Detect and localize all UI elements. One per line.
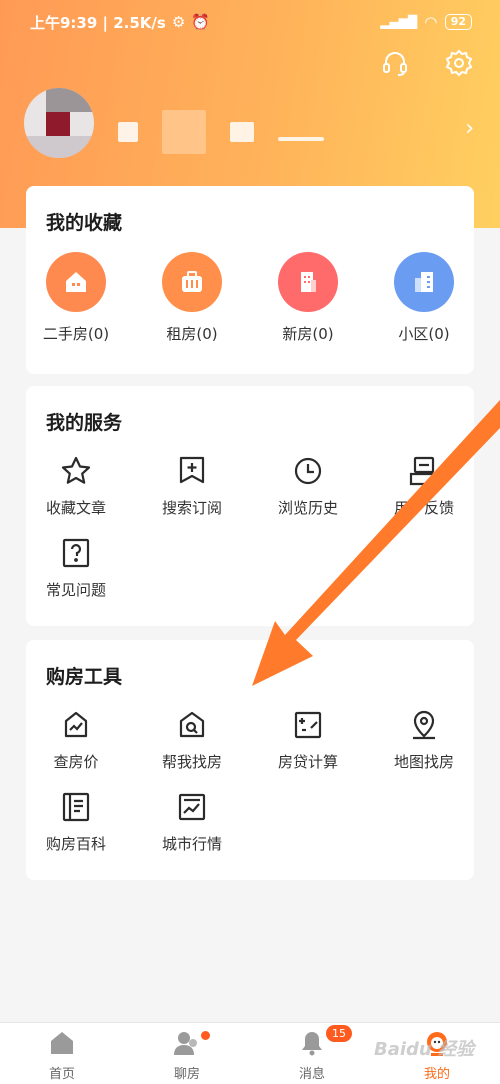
tool-map-search[interactable]: 地图找房: [374, 708, 474, 772]
favorites-title: 我的收藏: [46, 212, 123, 234]
favorite-rental[interactable]: 租房(0): [142, 252, 242, 344]
community-icon: [394, 252, 454, 312]
tab-label: 我的: [423, 1067, 450, 1082]
service-label: 收藏文章: [45, 499, 106, 517]
bell-icon: [302, 1032, 322, 1056]
services-card: 我的服务 收藏文章 搜索订阅 浏览历史 用户反馈 常见问题: [26, 386, 474, 626]
status-bar: 上午9:39 | 2.5K/s ⚙ ⏰ ▂▄▆█ ◠ 92: [0, 0, 500, 44]
question-icon: [62, 538, 90, 568]
house-icon: [46, 252, 106, 312]
tool-label: 地图找房: [393, 753, 454, 771]
service-history[interactable]: 浏览历史: [258, 454, 358, 518]
tool-check-price[interactable]: 查房价: [26, 708, 126, 772]
gear-icon[interactable]: [444, 48, 474, 82]
favorites-card: 我的收藏 二手房(0) 租房(0) 新房(0) 小区(0): [26, 186, 474, 374]
suitcase-icon: [162, 252, 222, 312]
bookmark-plus-icon: [179, 456, 205, 484]
favorite-label: 小区(0): [398, 325, 450, 343]
tools-card: 购房工具 查房价 帮我找房 房贷计算 地图找房 购房百科 城市行情: [26, 640, 474, 880]
status-time: 上午9:39 | 2.5K/s: [30, 13, 166, 32]
chevron-right-icon[interactable]: ›: [465, 116, 474, 141]
favorite-label: 二手房(0): [42, 325, 110, 343]
service-search-subscription[interactable]: 搜索订阅: [142, 454, 242, 518]
service-saved-articles[interactable]: 收藏文章: [26, 454, 126, 518]
wifi-icon: ◠: [425, 13, 437, 31]
favorite-secondhand[interactable]: 二手房(0): [26, 252, 126, 344]
user-name-blurred[interactable]: [118, 110, 324, 154]
tool-encyclopedia[interactable]: 购房百科: [26, 790, 126, 854]
tool-city-market[interactable]: 城市行情: [142, 790, 242, 854]
service-label: 浏览历史: [277, 499, 338, 517]
calculator-icon: [294, 711, 322, 739]
tool-label: 购房百科: [45, 835, 106, 853]
tab-messages[interactable]: 15 消息: [262, 1025, 362, 1082]
tab-label: 首页: [48, 1067, 75, 1082]
feedback-icon: [409, 456, 439, 486]
market-chart-icon: [178, 793, 206, 821]
service-label: 常见问题: [45, 581, 106, 599]
favorite-community[interactable]: 小区(0): [374, 252, 474, 344]
avatar[interactable]: [24, 88, 94, 158]
favorite-label: 新房(0): [282, 325, 334, 343]
message-badge: 15: [326, 1025, 352, 1042]
tool-mortgage-calc[interactable]: 房贷计算: [258, 708, 358, 772]
building-icon: [278, 252, 338, 312]
clock-icon: [294, 457, 322, 485]
tool-find-house[interactable]: 帮我找房: [142, 708, 242, 772]
service-feedback[interactable]: 用户反馈: [374, 454, 474, 518]
favorite-newhouse[interactable]: 新房(0): [258, 252, 358, 344]
bottom-tab-bar: 首页 聊房 15 消息 我的 Baidu 经验: [0, 1022, 500, 1084]
star-icon: [61, 456, 91, 484]
sync-icon: ⚙: [171, 13, 186, 31]
tab-home[interactable]: 首页: [12, 1029, 112, 1082]
map-pin-icon: [413, 710, 435, 740]
tool-label: 帮我找房: [161, 753, 222, 771]
chat-users-icon: [174, 1032, 197, 1055]
home-icon: [51, 1032, 73, 1054]
tab-label: 消息: [298, 1067, 325, 1082]
headset-icon[interactable]: [380, 48, 410, 82]
unread-dot: [201, 1031, 210, 1040]
search-house-icon: [179, 711, 205, 738]
tool-label: 查房价: [53, 753, 99, 771]
alarm-icon: ⏰: [191, 13, 210, 31]
services-title: 我的服务: [46, 412, 123, 434]
tab-label: 聊房: [173, 1067, 200, 1082]
watermark: Baidu 经验: [373, 1039, 474, 1060]
service-faq[interactable]: 常见问题: [26, 536, 126, 600]
tab-chat[interactable]: 聊房: [137, 1029, 237, 1082]
tool-label: 城市行情: [161, 835, 222, 853]
book-icon: [62, 792, 90, 822]
favorite-label: 租房(0): [166, 325, 218, 343]
tool-label: 房贷计算: [277, 753, 338, 771]
signal-icon: ▂▄▆█: [380, 15, 418, 29]
battery-indicator: 92: [444, 14, 472, 30]
service-label: 搜索订阅: [161, 499, 222, 517]
tools-title: 购房工具: [46, 666, 123, 688]
service-label: 用户反馈: [393, 499, 454, 517]
price-trend-icon: [64, 711, 88, 738]
